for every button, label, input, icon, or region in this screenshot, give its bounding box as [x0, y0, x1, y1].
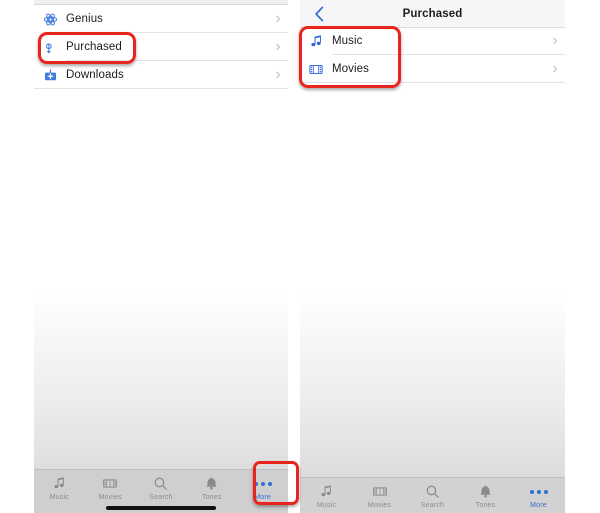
more-list: Genius › Purchased › Downloads › — [34, 5, 288, 89]
row-separator — [300, 82, 565, 83]
list-item-downloads[interactable]: Downloads › — [34, 61, 288, 89]
tab-label: More — [530, 502, 547, 509]
film-strip-icon — [102, 475, 118, 492]
bell-icon — [478, 483, 493, 500]
chevron-right-icon: › — [275, 66, 281, 83]
navigation-bar: Purchased — [300, 0, 565, 28]
list-item-music[interactable]: Music › — [300, 27, 565, 55]
film-strip-icon — [372, 483, 388, 500]
list-item-label: Movies — [332, 63, 370, 75]
tab-label: Movies — [98, 494, 122, 501]
list-item-label: Purchased — [66, 41, 122, 53]
screenshot-stage: Genius › Purchased › Downloads › Music M… — [0, 0, 600, 513]
left-tab-bar: Music Movies Search Tones More — [34, 469, 288, 513]
chevron-right-icon: › — [552, 60, 558, 77]
list-item-movies[interactable]: Movies › — [300, 55, 565, 83]
right-phone-panel: Purchased Music › Movies › Music Movies … — [300, 0, 565, 513]
bell-icon — [204, 475, 219, 492]
tab-label: Music — [49, 494, 70, 501]
chevron-right-icon: › — [552, 32, 558, 49]
tab-music[interactable]: Music — [34, 470, 85, 501]
chevron-right-icon: › — [275, 38, 281, 55]
row-separator — [34, 88, 288, 89]
purchased-category-list: Music › Movies › — [300, 27, 565, 83]
downloads-icon — [34, 68, 66, 83]
tab-movies[interactable]: Movies — [353, 478, 406, 509]
film-strip-icon — [300, 62, 332, 77]
music-note-icon — [300, 34, 332, 49]
page-title: Purchased — [402, 7, 463, 20]
list-item-purchased[interactable]: Purchased › — [34, 33, 288, 61]
tab-label: Search — [420, 502, 445, 509]
list-item-genius[interactable]: Genius › — [34, 5, 288, 33]
tab-movies[interactable]: Movies — [85, 470, 136, 501]
list-item-label: Music — [332, 35, 363, 47]
genius-icon — [34, 12, 66, 27]
list-item-label: Genius — [66, 13, 104, 25]
tab-label: Movies — [367, 502, 392, 509]
tab-tones[interactable]: Tones — [459, 478, 512, 509]
tab-tones[interactable]: Tones — [186, 470, 237, 501]
ellipsis-icon — [253, 475, 272, 492]
tab-search[interactable]: Search — [406, 478, 459, 509]
home-indicator — [106, 506, 216, 510]
right-tab-bar: Music Movies Search Tones More — [300, 477, 565, 513]
tab-label: Search — [149, 494, 173, 501]
tab-label: Music — [316, 502, 337, 509]
ellipsis-icon — [529, 483, 548, 500]
list-item-label: Downloads — [66, 69, 124, 81]
music-note-icon — [319, 483, 334, 500]
tab-search[interactable]: Search — [136, 470, 187, 501]
magnifier-icon — [425, 483, 440, 500]
magnifier-icon — [153, 475, 168, 492]
left-phone-panel: Genius › Purchased › Downloads › Music M… — [34, 0, 288, 513]
chevron-right-icon: › — [275, 10, 281, 27]
purchased-icon — [34, 40, 66, 55]
tab-label: More — [254, 494, 271, 501]
tab-more[interactable]: More — [512, 478, 565, 509]
tab-label: Tones — [475, 502, 496, 509]
music-note-icon — [52, 475, 67, 492]
tab-more[interactable]: More — [237, 470, 288, 501]
tab-music[interactable]: Music — [300, 478, 353, 509]
tab-label: Tones — [201, 494, 222, 501]
